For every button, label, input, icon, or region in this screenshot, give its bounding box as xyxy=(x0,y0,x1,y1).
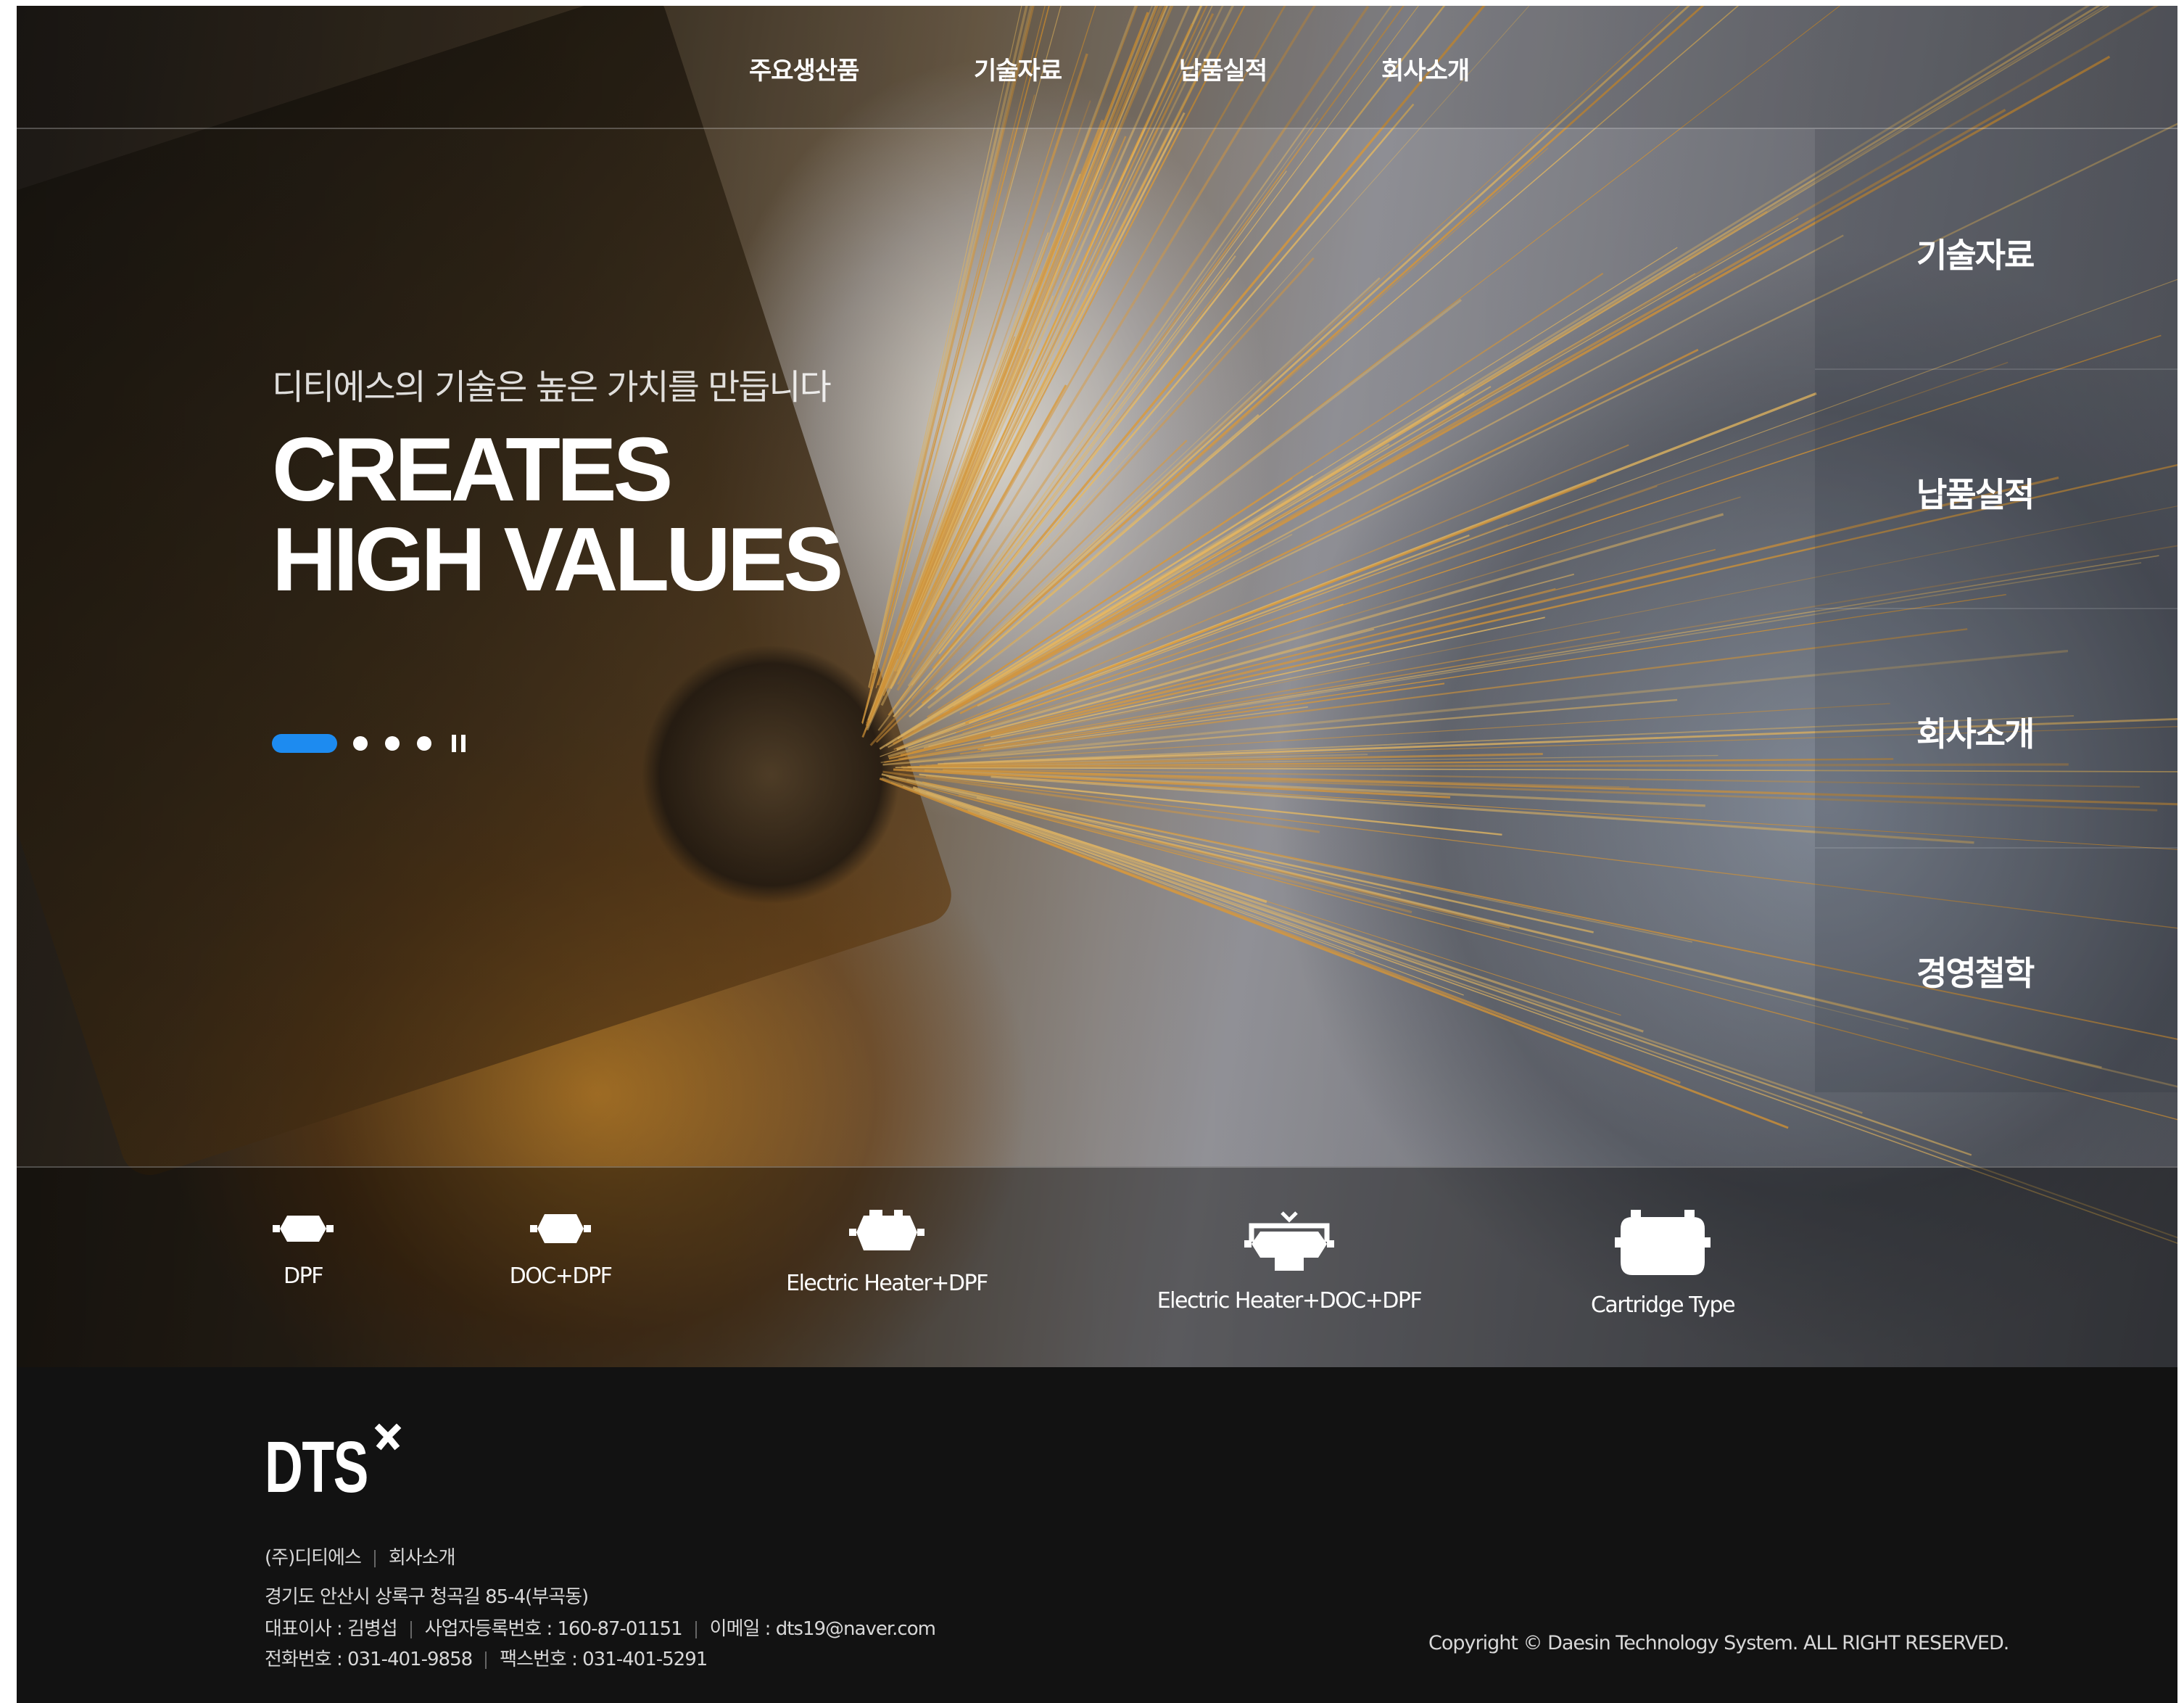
dts-logo-mark: DTS xyxy=(265,1423,402,1508)
doc-dpf-icon xyxy=(530,1214,591,1243)
product-label: Cartridge Type xyxy=(1590,1292,1736,1318)
hero-title-line2: HIGH VALUES xyxy=(272,510,843,610)
top-navigation: 주요생산품 기술자료 납품실적 회사소개 xyxy=(17,6,2177,129)
footer-company-line: (주)디티에스 회사소개 xyxy=(265,1543,456,1570)
product-label: Electric Heater+DOC+DPF xyxy=(1157,1288,1423,1314)
product-heater-doc-dpf[interactable]: Electric Heater+DOC+DPF xyxy=(1148,1210,1431,1314)
footer-contact-line: 전화번호 : 031-401-9858 팩스번호 : 031-401-5291 xyxy=(265,1644,708,1671)
side-item-philosophy[interactable]: 경영철학 xyxy=(1815,847,2177,1086)
logo-text: DTS xyxy=(265,1427,368,1495)
footer-tel: 전화번호 : 031-401-9858 xyxy=(265,1649,473,1670)
side-item-label: 기술자료 xyxy=(1916,236,2035,275)
slider-dot[interactable] xyxy=(417,736,431,751)
footer-info-line: 대표이사 : 김병섭 사업자등록번호 : 160-87-01151 이메일 : dt… xyxy=(265,1614,936,1641)
product-cartridge[interactable]: Cartridge Type xyxy=(1576,1210,1750,1318)
footer-email[interactable]: 이메일 : dts19@naver.com xyxy=(710,1618,936,1640)
heater-doc-dpf-icon xyxy=(1244,1211,1334,1271)
side-item-tech-data[interactable]: 기술자료 xyxy=(1815,129,2177,370)
footer: DTS (주)디티에스 회사소개 경기도 안산시 상록구 청곡길 85-4(부곡동… xyxy=(17,1367,2177,1703)
hero-banner: 주요생산품 기술자료 납품실적 회사소개 디티에스의 기술은 높은 가치를 만듭… xyxy=(17,6,2177,1367)
product-doc-dpf[interactable]: DOC+DPF xyxy=(495,1210,626,1289)
footer-address: 경기도 안산시 상록구 청곡길 85-4(부곡동) xyxy=(265,1586,589,1608)
product-label: DOC+DPF xyxy=(509,1263,613,1289)
slider-dot[interactable] xyxy=(385,736,400,751)
side-item-label: 회사소개 xyxy=(1916,714,2035,754)
side-item-label: 납품실적 xyxy=(1916,475,2035,514)
footer-ceo: 대표이사 : 김병섭 xyxy=(265,1618,398,1640)
dpf-icon xyxy=(273,1216,334,1242)
pause-icon[interactable] xyxy=(452,735,466,752)
product-heater-dpf[interactable]: Electric Heater+DPF xyxy=(778,1210,996,1296)
footer-company-link[interactable]: 회사소개 xyxy=(389,1547,456,1569)
product-bar: DPF DOC+DPF Electric Heater+DPF Electric… xyxy=(17,1166,2177,1367)
side-item-delivery-record[interactable]: 납품실적 xyxy=(1815,368,2177,609)
hero-title: CREATES HIGH VALUES xyxy=(272,420,843,610)
page: 주요생산품 기술자료 납품실적 회사소개 디티에스의 기술은 높은 가치를 만듭… xyxy=(17,6,2177,1703)
heater-dpf-icon xyxy=(849,1210,925,1250)
product-label: Electric Heater+DPF xyxy=(786,1271,988,1296)
hero-title-line1: CREATES xyxy=(272,420,673,520)
side-item-label: 경영철학 xyxy=(1916,954,2035,993)
nav-item-company[interactable]: 회사소개 xyxy=(1381,51,1470,86)
slider-dot[interactable] xyxy=(353,736,368,751)
dts-logo[interactable]: DTS xyxy=(265,1423,410,1508)
nav-item-delivery-record[interactable]: 납품실적 xyxy=(1179,51,1267,86)
footer-fax: 팩스번호 : 031-401-5291 xyxy=(500,1649,708,1670)
cartridge-icon xyxy=(1615,1210,1711,1275)
slider-dot-active[interactable] xyxy=(272,734,337,753)
side-item-company[interactable]: 회사소개 xyxy=(1815,608,2177,849)
footer-company-name: (주)디티에스 xyxy=(265,1547,362,1569)
side-quick-menu: 기술자료 납품실적 회사소개 경영철학 xyxy=(1815,129,2177,1092)
nav-item-tech-data[interactable]: 기술자료 xyxy=(974,51,1062,86)
hero-subtitle: 디티에스의 기술은 높은 가치를 만듭니다 xyxy=(272,367,832,408)
footer-business-number: 사업자등록번호 : 160-87-01151 xyxy=(424,1618,683,1640)
nav-item-products[interactable]: 주요생산품 xyxy=(749,51,859,86)
slider-controls xyxy=(272,731,466,756)
footer-copyright: Copyright © Daesin Technology System. AL… xyxy=(1428,1632,2009,1654)
product-dpf[interactable]: DPF xyxy=(249,1210,357,1289)
product-label: DPF xyxy=(284,1263,323,1289)
